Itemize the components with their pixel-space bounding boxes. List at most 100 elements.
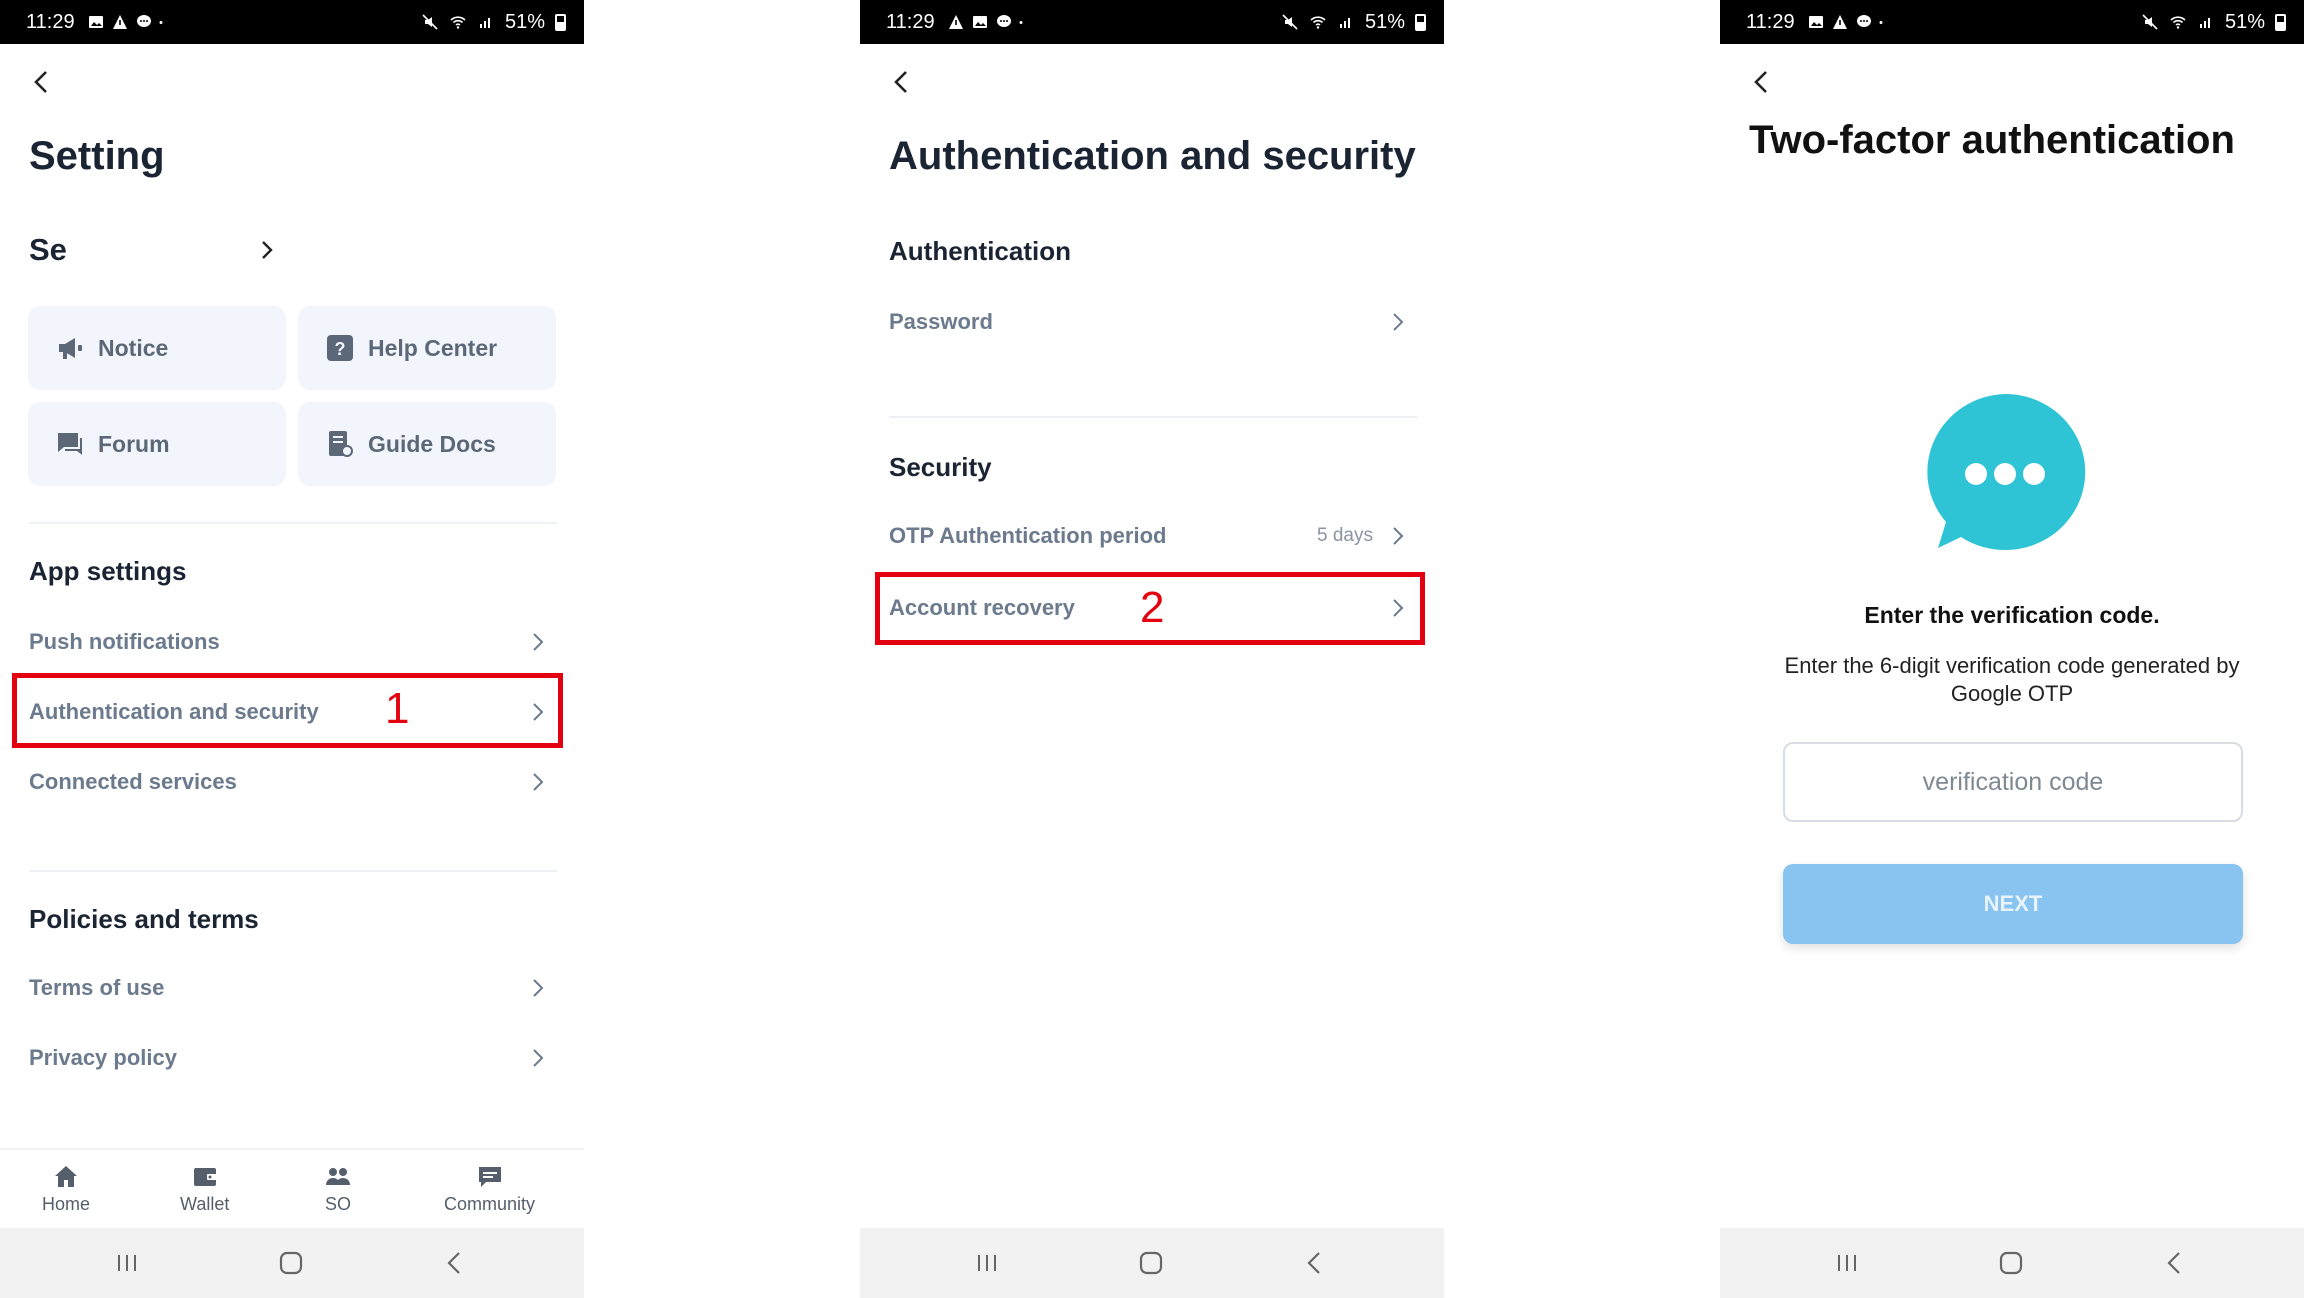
dot-icon [1019, 21, 1023, 24]
home-button-icon[interactable] [1134, 1246, 1168, 1280]
row-label: Push notifications [29, 629, 220, 654]
chat-icon [58, 433, 82, 455]
page-title: Setting [29, 134, 165, 178]
back-button[interactable] [24, 64, 60, 100]
battery-icon [2275, 13, 2286, 31]
nav-wallet[interactable]: Wallet [180, 1164, 229, 1215]
tile-label: Forum [98, 430, 170, 457]
row-label: Connected services [29, 769, 237, 794]
password-row[interactable]: Password [889, 298, 1409, 346]
status-bar: 11:29 51% [0, 0, 584, 44]
warning-icon [948, 15, 963, 29]
annotation-highlight-1 [12, 673, 563, 748]
security-section-title: Security [889, 452, 992, 482]
recent-apps-icon[interactable] [970, 1246, 1004, 1280]
back-button[interactable] [884, 64, 920, 100]
nav-label: Community [444, 1194, 536, 1214]
status-bar: 11:29 51% [860, 0, 1444, 44]
row-label: Privacy policy [29, 1045, 177, 1070]
gallery-icon [972, 16, 987, 28]
system-back-icon[interactable] [2158, 1246, 2192, 1280]
wifi-icon [2170, 16, 2186, 29]
signal-icon [1339, 18, 1350, 28]
policies-title: Policies and terms [29, 904, 259, 934]
annotation-number-2: 2 [1140, 583, 1165, 632]
message-icon [136, 15, 151, 27]
svg-text:?: ? [335, 339, 346, 359]
wifi-icon [1310, 16, 1326, 29]
home-button-icon[interactable] [1994, 1246, 2028, 1280]
chevron-left-icon [894, 71, 907, 93]
system-nav-bar [0, 1228, 584, 1298]
chevron-right-icon [533, 773, 544, 791]
tile-guide-docs[interactable]: Guide Docs [298, 402, 556, 486]
otp-period-row[interactable]: OTP Authentication period 5 days [889, 512, 1409, 560]
warning-icon [112, 15, 127, 29]
megaphone-icon [59, 338, 82, 359]
community-icon [478, 1167, 501, 1187]
tile-forum[interactable]: Forum [28, 402, 286, 486]
nav-so[interactable]: SO [324, 1164, 352, 1215]
nav-community[interactable]: Community [444, 1164, 535, 1215]
divider [889, 416, 1417, 418]
people-icon [326, 1168, 350, 1185]
wifi-icon [450, 16, 466, 29]
system-back-icon[interactable] [438, 1246, 472, 1280]
dot-icon [1879, 21, 1883, 24]
two-factor-screen: 11:29 51% Two-factor authentication Ente… [1720, 0, 2304, 1298]
row-label: Terms of use [29, 975, 165, 1000]
verification-code-input[interactable] [1783, 742, 2243, 822]
status-right: 51% [1281, 11, 1426, 34]
document-icon [329, 431, 353, 457]
recent-apps-icon[interactable] [1830, 1246, 1864, 1280]
recent-apps-icon[interactable] [110, 1246, 144, 1280]
home-icon [55, 1166, 77, 1187]
battery-percent: 51% [1364, 10, 1405, 33]
nav-label: SO [324, 1194, 351, 1214]
tile-help-center[interactable]: ? Help Center [298, 306, 556, 390]
push-notifications-row[interactable]: Push notifications [29, 618, 549, 666]
tile-notice[interactable]: Notice [28, 306, 286, 390]
verify-description: Enter the 6-digit verification code gene… [1784, 653, 2240, 706]
profile-name: Se [29, 232, 67, 267]
chat-bubble-icon [1927, 393, 2086, 550]
row-label: OTP Authentication period [889, 523, 1167, 548]
chevron-left-icon [1754, 71, 1767, 93]
nav-home[interactable]: Home [42, 1164, 90, 1215]
mute-icon [2142, 14, 2158, 30]
authentication-section-title: Authentication [889, 236, 1071, 266]
privacy-policy-row[interactable]: Privacy policy [29, 1034, 549, 1082]
system-nav-bar [860, 1228, 1444, 1298]
bottom-nav: Home Wallet SO Community [0, 1148, 584, 1228]
system-nav-bar [1720, 1228, 2304, 1298]
system-back-icon[interactable] [1298, 1246, 1332, 1280]
row-label: Password [889, 309, 993, 334]
next-button[interactable]: NEXT [1783, 864, 2243, 944]
app-settings-title: App settings [29, 556, 187, 586]
profile-row[interactable]: Se [29, 222, 279, 278]
connected-services-row[interactable]: Connected services [29, 758, 549, 806]
page-title: Two-factor authentication [1749, 118, 2235, 162]
chevron-right-icon [1393, 527, 1404, 545]
otp-period-value: 5 days [1317, 525, 1373, 546]
divider [29, 870, 557, 872]
question-icon: ? [327, 335, 353, 361]
nav-label: Home [42, 1194, 91, 1214]
status-right: 51% [421, 11, 566, 34]
verify-title: Enter the verification code. [1864, 602, 2160, 628]
chevron-right-icon [533, 979, 544, 997]
battery-icon [1415, 13, 1426, 31]
dot-icon [159, 21, 163, 24]
battery-percent: 51% [2224, 10, 2265, 33]
notification-icons [1807, 14, 1887, 30]
page-title: Authentication and security [889, 134, 1416, 178]
wallet-icon [193, 1168, 217, 1186]
battery-percent: 51% [504, 10, 545, 33]
settings-screen: 11:29 51% Setting Se Notice ? Help Cente… [0, 0, 584, 1298]
terms-of-use-row[interactable]: Terms of use [29, 964, 549, 1012]
chevron-right-icon [262, 241, 273, 259]
chevron-left-icon [34, 71, 47, 93]
status-time: 11:29 [886, 10, 935, 33]
home-button-icon[interactable] [274, 1246, 308, 1280]
back-button[interactable] [1744, 64, 1780, 100]
